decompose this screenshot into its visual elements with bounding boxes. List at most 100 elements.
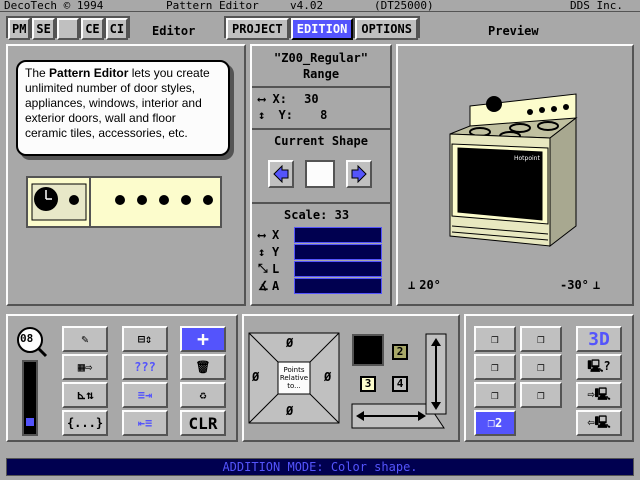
move-right-button[interactable]: ≡⇥ (122, 382, 168, 408)
3d-button[interactable]: 3D (576, 326, 622, 352)
backsplash-pattern[interactable] (26, 176, 222, 228)
point-left[interactable]: Ø (252, 370, 259, 384)
view-top-button[interactable]: ❒ (474, 382, 516, 408)
tab-edition[interactable]: EDITION (290, 18, 354, 40)
view-left-button[interactable]: ❒ (474, 354, 516, 380)
view-selected-button[interactable]: ❒ 2 (474, 410, 516, 436)
ci-button[interactable]: CI (105, 18, 129, 40)
cube-icon: ❒ (491, 388, 499, 402)
axes-icon: ⟂ (592, 278, 601, 292)
x-value: 30 (304, 92, 319, 106)
view-right-button[interactable]: ❒ (520, 354, 562, 380)
scale-x-field[interactable] (294, 226, 382, 243)
computer-arrow-right-icon: ⇨🖳 (587, 386, 611, 401)
tooltip-pre: The (25, 66, 50, 80)
pattern-name: "Z00_Regular" (274, 51, 368, 65)
scale-a-field[interactable] (294, 277, 382, 294)
pencil-icon: ✎ (81, 332, 89, 346)
scale-x-label: X (272, 227, 280, 242)
point-right[interactable]: Ø (324, 370, 331, 384)
import-button[interactable]: ⇦🖳 (576, 410, 622, 436)
horizontal-arrow-icon: ⟷ (258, 227, 266, 242)
pattern-name-block: "Z00_Regular" Range (256, 50, 386, 82)
braces-button[interactable]: {...} (62, 410, 108, 436)
computer-help-button[interactable]: 🖳? (576, 354, 622, 380)
scale-y-field[interactable] (294, 243, 382, 260)
axis-button[interactable]: ⊾⇅ (62, 382, 108, 408)
points-relative-control[interactable]: Ø Ø Ø Ø Points Relative to... (248, 332, 340, 424)
blank-button[interactable] (56, 18, 80, 40)
version-text: v4.02 (290, 0, 324, 12)
align-icon: ⊟⇕ (137, 332, 153, 346)
scale-label: Scale: (284, 208, 328, 222)
scale-l-row: ⤡ L (258, 260, 386, 277)
company-name: DDS Inc. (570, 0, 623, 12)
axis-icon: ⊾⇅ (76, 388, 94, 402)
cube-icon: ❒ (537, 360, 545, 374)
scale-value: 33 (334, 208, 350, 222)
slider-handle[interactable] (26, 418, 34, 426)
export-button[interactable]: ⇨🖳 (576, 382, 622, 408)
pm-button[interactable]: PM (8, 18, 31, 40)
ce-button[interactable]: CE (81, 18, 104, 40)
cube-icon: ❒ (487, 416, 495, 430)
color-swatch[interactable] (352, 334, 384, 366)
grid-button[interactable]: ▦⇨ (62, 354, 108, 380)
computer-question-icon: 🖳? (587, 358, 611, 373)
vertical-arrow-icon: ↕ (258, 244, 266, 259)
arrow-right-icon (351, 165, 367, 183)
view-bottom-button[interactable]: ❒ (520, 382, 562, 408)
move-left-icon: ⇤≡ (137, 416, 153, 430)
recycle-button[interactable]: ♻ (180, 382, 226, 408)
point-top[interactable]: Ø (286, 336, 293, 350)
zoom-slider[interactable] (22, 360, 38, 436)
next-shape-button[interactable] (346, 160, 372, 188)
grid-icon: ▦⇨ (77, 360, 93, 374)
angle-icon: ∡ (258, 278, 269, 293)
rotate-left-control[interactable]: ⟂ 20° (408, 278, 441, 292)
align-button[interactable]: ⊟⇕ (122, 326, 168, 352)
computer-arrow-left-icon: ⇦🖳 (587, 414, 611, 429)
current-shape-title: Current Shape (274, 134, 368, 148)
pencil-button[interactable]: ✎ (62, 326, 108, 352)
copyright-text: DecoTech © 1994 (4, 0, 104, 12)
zoom-control[interactable]: 08 (16, 326, 48, 358)
move-right-icon: ≡⇥ (137, 388, 153, 402)
vertical-arrow-icon: ↕ (258, 108, 266, 122)
divider (252, 128, 390, 130)
recycle-icon: ♻ (199, 388, 207, 402)
position-4[interactable]: 4 (392, 376, 408, 392)
zoom-value: 08 (20, 332, 34, 345)
help-button[interactable]: ??? (122, 354, 168, 380)
scale-fields: ⟷ X ↕ Y ⤡ L ∡ A (258, 226, 386, 294)
move-left-button[interactable]: ⇤≡ (122, 410, 168, 436)
add-button[interactable]: + (180, 326, 226, 352)
stove-preview: Hotpoint (430, 86, 600, 272)
position-2[interactable]: 2 (392, 344, 408, 360)
status-text: ADDITION MODE: Color shape. (222, 460, 418, 474)
scale-l-field[interactable] (294, 260, 382, 277)
se-button[interactable]: SE (32, 18, 55, 40)
position-3[interactable]: 3 (360, 376, 376, 392)
scale-y-label: Y (272, 244, 280, 259)
range-x-row: ⟷ X: 30 (258, 92, 319, 106)
vertical-stretch-control[interactable] (424, 332, 448, 416)
prev-shape-button[interactable] (268, 160, 294, 188)
point-bottom[interactable]: Ø (286, 404, 293, 418)
clear-button[interactable]: CLR (180, 410, 226, 436)
current-shape-swatch[interactable] (305, 160, 335, 188)
scale-x-row: ⟷ X (258, 226, 386, 243)
status-bar: ADDITION MODE: Color shape. (6, 458, 634, 476)
main-tabs: PROJECT EDITION OPTIONS (224, 16, 420, 40)
view-front-button[interactable]: ❒ (474, 326, 516, 352)
trash-button[interactable]: 🗑 (180, 354, 226, 380)
rotate-right-control[interactable]: -30° ⟂ (560, 278, 600, 292)
view-back-button[interactable]: ❒ (520, 326, 562, 352)
horizontal-arrow-icon: ⟷ (258, 92, 266, 106)
divider (252, 86, 390, 88)
cube-icon: ❒ (491, 360, 499, 374)
tab-options[interactable]: OPTIONS (355, 18, 419, 40)
cube-icon: ❒ (537, 388, 545, 402)
tab-project[interactable]: PROJECT (226, 18, 289, 40)
mode-toolbar: PM SE CE CI (6, 16, 130, 40)
